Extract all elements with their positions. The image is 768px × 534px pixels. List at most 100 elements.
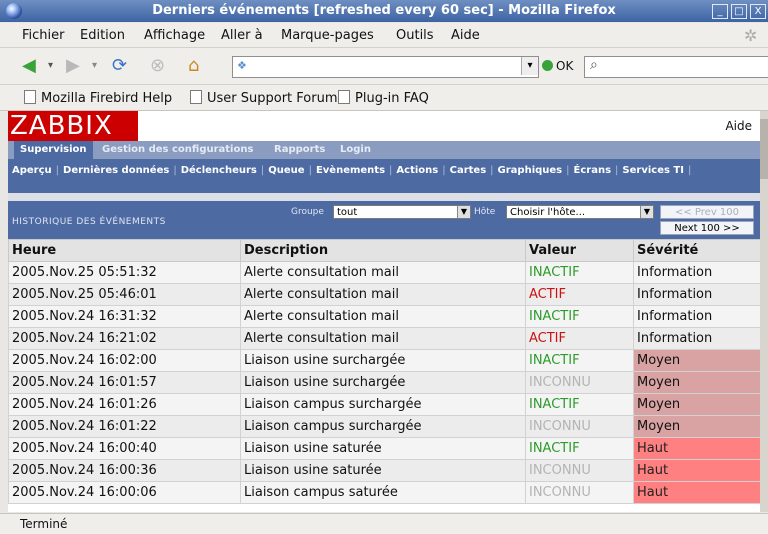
reload-icon[interactable]: ⟳ xyxy=(112,55,127,77)
window-title: Derniers événements [refreshed every 60 … xyxy=(152,3,616,18)
back-icon[interactable]: ◀ xyxy=(22,55,36,77)
table-row: 2005.Nov.24 16:01:26 Liaison campus surch… xyxy=(8,393,760,416)
cell-description: Alerte consultation mail xyxy=(240,305,526,328)
cell-description: Liaison usine saturée xyxy=(240,437,526,460)
nav-actions[interactable]: Actions xyxy=(396,165,438,176)
cell-severity: Information xyxy=(633,261,760,284)
table-row: 2005.Nov.24 16:00:40 Liaison usine saturé… xyxy=(8,437,760,460)
menu-aide[interactable]: Aide xyxy=(451,28,480,43)
cell-time: 2005.Nov.24 16:01:22 xyxy=(8,415,241,438)
help-link[interactable]: Aide xyxy=(725,119,752,133)
table-row: 2005.Nov.24 16:31:32 Alerte consultation … xyxy=(8,305,760,328)
nav-services-ti[interactable]: Services TI xyxy=(622,165,684,176)
table-row: 2005.Nov.25 05:51:32 Alerte consultation … xyxy=(8,261,760,284)
history-title: HISTORIQUE DES ÉVÉNEMENTS xyxy=(12,217,166,227)
go-label: OK xyxy=(556,59,574,73)
page-icon xyxy=(338,90,350,104)
url-input[interactable]: ❖ ▾ xyxy=(232,56,539,78)
cell-time: 2005.Nov.24 16:31:32 xyxy=(8,305,241,328)
page-icon xyxy=(24,90,36,104)
menu-outils[interactable]: Outils xyxy=(396,28,434,43)
header-severite[interactable]: Sévérité xyxy=(633,239,760,262)
firefox-window: Derniers événements [refreshed every 60 … xyxy=(0,0,768,534)
host-select[interactable]: Choisir l'hôte... ▼ xyxy=(506,205,654,219)
search-input[interactable]: ⌕ xyxy=(584,56,768,78)
scrollbar-thumb[interactable] xyxy=(760,119,768,179)
cell-description: Liaison usine surchargée xyxy=(240,349,526,372)
site-favicon-icon: ❖ xyxy=(237,59,247,72)
nav-evenements[interactable]: Evènements xyxy=(316,165,385,176)
host-label: Hôte xyxy=(474,207,496,217)
bookmark-plugin-faq[interactable]: Plug-in FAQ xyxy=(338,90,429,106)
bookmark-firebird-help[interactable]: Mozilla Firebird Help xyxy=(24,90,172,106)
cell-time: 2005.Nov.24 16:00:36 xyxy=(8,459,241,482)
tab-rapports[interactable]: Rapports xyxy=(268,141,331,159)
table-row: 2005.Nov.24 16:00:36 Liaison usine saturé… xyxy=(8,459,760,482)
cell-value: INACTIF xyxy=(525,349,634,372)
header-valeur[interactable]: Valeur xyxy=(525,239,634,262)
header-description[interactable]: Description xyxy=(240,239,526,262)
nav-ecrans[interactable]: Écrans xyxy=(574,165,612,176)
cell-description: Liaison usine surchargée xyxy=(240,371,526,394)
tab-login[interactable]: Login xyxy=(334,141,377,159)
cell-severity: Moyen xyxy=(633,349,760,372)
page-content: ZABBIX Aide Supervision Gestion des conf… xyxy=(8,111,760,512)
bookmarks-toolbar: Mozilla Firebird Help User Support Forum… xyxy=(0,85,768,111)
cell-severity: Moyen xyxy=(633,371,760,394)
cell-time: 2005.Nov.24 16:02:00 xyxy=(8,349,241,372)
forward-dropdown-icon[interactable]: ▾ xyxy=(92,55,97,77)
search-icon: ⌕ xyxy=(590,57,598,73)
menu-fichier[interactable]: Fichier xyxy=(22,28,65,43)
header-heure[interactable]: Heure xyxy=(8,239,241,262)
bookmark-support-forum[interactable]: User Support Forum xyxy=(190,90,338,106)
minimize-button[interactable]: _ xyxy=(712,4,728,19)
table-row: 2005.Nov.24 16:01:57 Liaison usine surcha… xyxy=(8,371,760,394)
group-label: Groupe xyxy=(291,207,324,217)
vertical-scrollbar[interactable] xyxy=(760,111,768,512)
prev-100-button[interactable]: << Prev 100 xyxy=(660,205,754,219)
group-select[interactable]: tout ▼ xyxy=(333,205,471,219)
cell-value: ACTIF xyxy=(525,327,634,350)
maximize-button[interactable]: □ xyxy=(731,4,747,19)
menu-marque-pages[interactable]: Marque-pages xyxy=(281,28,374,43)
cell-value: INCONNU xyxy=(525,481,634,504)
next-100-button[interactable]: Next 100 >> xyxy=(660,221,754,235)
nav-apercu[interactable]: Aperçu xyxy=(12,165,52,176)
nav-declencheurs[interactable]: Déclencheurs xyxy=(181,165,257,176)
nav-dernieres-donnees[interactable]: Dernières données xyxy=(63,165,169,176)
cell-description: Liaison campus surchargée xyxy=(240,393,526,416)
sub-navigation: Aperçu | Dernières données | Déclencheurs | Qu… xyxy=(8,159,760,193)
stop-icon[interactable]: ⊗ xyxy=(150,55,165,77)
cell-severity: Haut xyxy=(633,481,760,504)
url-history-dropdown-icon[interactable]: ▾ xyxy=(521,57,538,75)
status-bar: Terminé xyxy=(0,513,768,534)
navigation-toolbar: ◀ ▾ ▶ ▾ ⟳ ⊗ ⌂ ❖ ▾ OK ⌕ xyxy=(0,48,768,85)
cell-time: 2005.Nov.24 16:00:40 xyxy=(8,437,241,460)
cell-time: 2005.Nov.25 05:51:32 xyxy=(8,261,241,284)
history-header-bar: HISTORIQUE DES ÉVÉNEMENTS Groupe tout ▼ H… xyxy=(8,201,760,239)
zabbix-logo[interactable]: ZABBIX xyxy=(8,111,138,141)
tab-configurations[interactable]: Gestion des configurations xyxy=(96,141,259,159)
menu-affichage[interactable]: Affichage xyxy=(144,28,205,43)
menu-edition[interactable]: Edition xyxy=(80,28,125,43)
top-tabs: Supervision Gestion des configurations R… xyxy=(8,141,760,159)
title-bar[interactable]: Derniers événements [refreshed every 60 … xyxy=(0,0,768,22)
close-button[interactable]: X xyxy=(750,4,766,19)
table-row: 2005.Nov.24 16:02:00 Liaison usine surcha… xyxy=(8,349,760,372)
forward-icon[interactable]: ▶ xyxy=(66,55,80,77)
cell-description: Liaison campus saturée xyxy=(240,481,526,504)
back-dropdown-icon[interactable]: ▾ xyxy=(48,55,53,77)
nav-queue[interactable]: Queue xyxy=(268,165,304,176)
cell-severity: Information xyxy=(633,305,760,328)
nav-cartes[interactable]: Cartes xyxy=(450,165,487,176)
home-icon[interactable]: ⌂ xyxy=(188,55,199,77)
go-button[interactable]: OK xyxy=(542,59,573,73)
table-row: 2005.Nov.24 16:00:06 Liaison campus satur… xyxy=(8,481,760,504)
nav-graphiques[interactable]: Graphiques xyxy=(498,165,563,176)
cell-description: Alerte consultation mail xyxy=(240,261,526,284)
cell-severity: Moyen xyxy=(633,415,760,438)
table-row: 2005.Nov.24 16:01:22 Liaison campus surch… xyxy=(8,415,760,438)
menu-aller[interactable]: Aller à xyxy=(221,28,263,43)
cell-severity: Information xyxy=(633,283,760,306)
tab-supervision[interactable]: Supervision xyxy=(14,141,93,159)
